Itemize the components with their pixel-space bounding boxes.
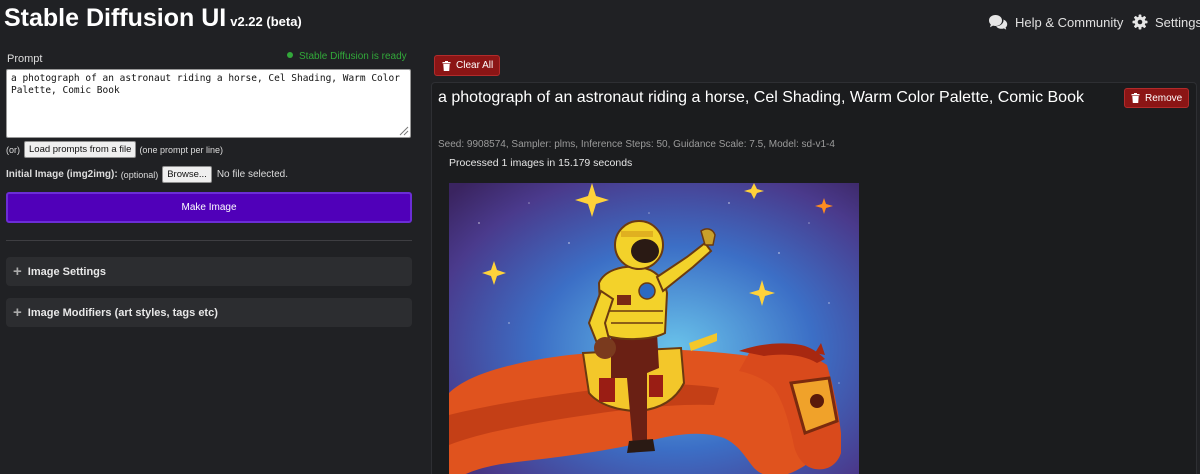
task-processed-status: Processed 1 images in 15.179 seconds xyxy=(449,157,633,169)
load-prompts-button[interactable]: Load prompts from a file xyxy=(24,141,137,158)
app-title-text: Stable Diffusion UI xyxy=(4,4,227,32)
plus-icon: + xyxy=(13,304,22,321)
prompt-input[interactable]: a photograph of an astronaut riding a ho… xyxy=(6,69,411,138)
no-file-text: No file selected. xyxy=(216,169,288,180)
remove-task-button[interactable]: Remove xyxy=(1124,88,1190,108)
trash-icon xyxy=(442,60,451,71)
task-prompt: a photograph of an astronaut riding a ho… xyxy=(438,89,1084,106)
task-metadata: Seed: 9908574, Sampler: plms, Inference … xyxy=(438,139,835,150)
resize-grip-icon[interactable] xyxy=(398,125,409,136)
status-dot-icon xyxy=(287,52,293,59)
divider xyxy=(6,240,412,241)
load-suffix: (one prompt per line) xyxy=(139,144,223,155)
clear-all-button[interactable]: Clear All xyxy=(434,55,501,76)
image-modifiers-toggle[interactable]: + Image Modifiers (art styles, tags etc) xyxy=(6,298,412,327)
app-title: Stable Diffusion UI v2.22 (beta) xyxy=(4,4,302,33)
settings-label: Settings xyxy=(1155,14,1200,30)
header: Stable Diffusion UI v2.22 (beta) Help & C… xyxy=(0,0,1200,48)
image-modifiers-label: Image Modifiers (art styles, tags etc) xyxy=(27,306,218,319)
browse-button[interactable]: Browse... xyxy=(162,166,212,183)
load-prefix: (or) xyxy=(6,144,20,155)
init-image-optional: (optional) xyxy=(120,169,159,180)
status-indicator: Stable Diffusion is ready xyxy=(287,51,407,62)
init-image-label: Initial Image (img2img): xyxy=(6,169,118,180)
init-image-row: Initial Image (img2img): (optional) Brow… xyxy=(6,166,288,183)
app-version: v2.22 (beta) xyxy=(230,14,302,29)
clear-all-label: Clear All xyxy=(456,60,494,71)
image-settings-toggle[interactable]: + Image Settings xyxy=(6,257,412,286)
chat-bubbles-icon xyxy=(988,14,1008,30)
make-image-button[interactable]: Make Image xyxy=(6,192,412,223)
gear-icon xyxy=(1132,14,1148,30)
status-text: Stable Diffusion is ready xyxy=(299,51,407,62)
settings-link[interactable]: Settings xyxy=(1132,14,1200,30)
app-window: Stable Diffusion UI v2.22 (beta) Help & C… xyxy=(0,0,1200,474)
trash-icon xyxy=(1131,93,1140,103)
image-settings-label: Image Settings xyxy=(27,265,107,278)
help-community-label: Help & Community xyxy=(1015,14,1124,30)
load-prompts-row: (or) Load prompts from a file (one promp… xyxy=(6,141,223,158)
task-card: a photograph of an astronaut riding a ho… xyxy=(431,82,1197,474)
help-community-link[interactable]: Help & Community xyxy=(988,14,1123,30)
plus-icon: + xyxy=(13,263,22,280)
prompt-label: Prompt xyxy=(7,53,43,65)
remove-label: Remove xyxy=(1145,92,1183,104)
generated-image[interactable] xyxy=(449,183,859,474)
